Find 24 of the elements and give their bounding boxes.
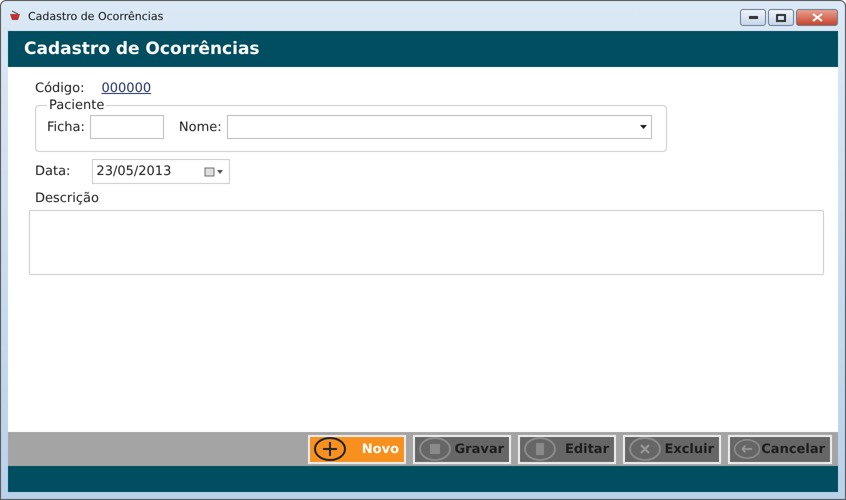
disk-icon xyxy=(418,437,452,461)
code-link[interactable]: 000000 xyxy=(101,80,152,96)
window-title: Cadastro de Ocorrências xyxy=(28,10,164,22)
field-label: Código: xyxy=(35,80,84,96)
maximize-icon xyxy=(776,14,786,22)
field-label: Ficha: xyxy=(47,120,85,134)
maximize-button[interactable] xyxy=(768,9,794,26)
close-button[interactable] xyxy=(796,9,838,26)
minimize-button[interactable] xyxy=(740,9,766,26)
date-field[interactable]: 23/05/2013 xyxy=(92,159,230,184)
group-legend: Paciente xyxy=(47,98,106,113)
description-field[interactable] xyxy=(29,210,824,275)
field-label: Descrição xyxy=(35,191,99,206)
new-button[interactable]: Novo xyxy=(308,434,406,464)
input-field[interactable] xyxy=(90,115,164,139)
form-title: Cadastro de Ocorrências xyxy=(24,39,260,59)
app-icon xyxy=(8,10,22,22)
document-icon xyxy=(523,437,557,461)
field-label: Data: xyxy=(35,164,70,179)
field-label: Nome: xyxy=(178,120,222,134)
plus-circle-icon xyxy=(313,437,347,461)
x-icon xyxy=(628,437,662,461)
close-icon xyxy=(812,13,822,22)
minimize-icon xyxy=(748,16,758,20)
